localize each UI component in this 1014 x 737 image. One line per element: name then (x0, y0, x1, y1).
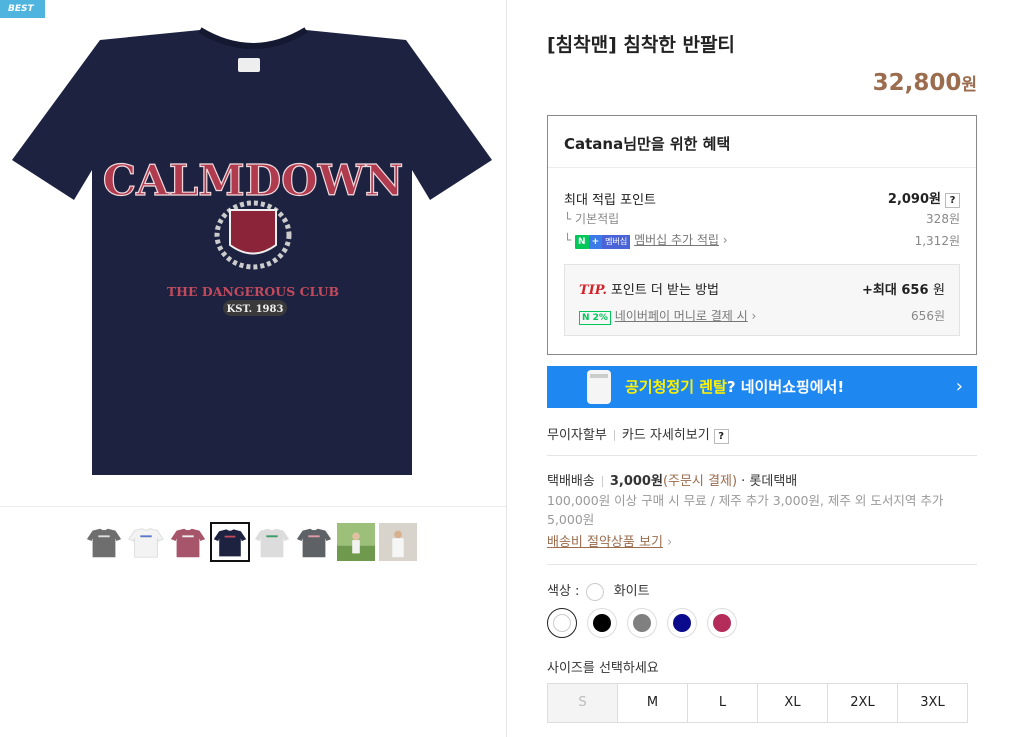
size-option-2xl[interactable]: 2XL (827, 683, 898, 723)
shipping-pay-when: (주문시 결제) (662, 474, 738, 489)
product-gallery: CALMDOWN THE DANGEROUS CLUB KST. 1983 BE… (0, 0, 507, 737)
selected-color-dot (585, 582, 604, 601)
naverpay-2pct-badge: N 2% (579, 311, 611, 325)
shipping-row: 택배배송 3,000원(주문시 결제) · 롯데택배 (547, 470, 797, 489)
shipping-fee: 3,000원 (609, 474, 663, 489)
card-row: 무이자할부 카드 자세히보기? (547, 424, 729, 444)
main-product-image[interactable]: CALMDOWN THE DANGEROUS CLUB KST. 1983 (0, 0, 506, 507)
thumbnail-light-gray[interactable] (252, 522, 292, 562)
thumbnail-model-photo-1[interactable] (336, 522, 376, 562)
price-value: 32,800 (872, 70, 962, 96)
color-swatch-gray[interactable] (627, 608, 657, 638)
tip-box: TIP. 포인트 더 받는 방법 +최대 656 원 N 2% 네이버페이 머니로… (564, 264, 960, 336)
size-label: 사이즈를 선택하세요 (547, 661, 659, 676)
ad-banner[interactable]: 공기청정기 렌탈? 네이버쇼핑에서! › (547, 366, 977, 408)
shipping-courier: · 롯데택배 (741, 474, 798, 489)
naver-plus-badge: + (588, 235, 603, 249)
tip-label: TIP. (579, 283, 607, 298)
size-options: S M L XL 2XL 3XL (547, 683, 968, 723)
benefit-heading: Catana님만을 위한 혜택 (548, 116, 976, 168)
size-option-xl[interactable]: XL (757, 683, 828, 723)
thumbnail-pink[interactable] (168, 522, 208, 562)
thumbnail-strip (84, 522, 418, 562)
shipping-method: 택배배송 (547, 474, 595, 489)
max-points-value: 2,090원 (887, 192, 941, 207)
membership-points-row: └ N + 멤버십 멤버십 추가 적립 › 1,312원 (564, 233, 960, 249)
color-swatch-navy[interactable] (667, 608, 697, 638)
thumbnail-white[interactable] (126, 522, 166, 562)
naver-n-badge: N (575, 235, 589, 249)
membership-badge: 멤버십 (602, 235, 631, 249)
color-label-row: 색상 : 화이트 (547, 580, 650, 601)
shirt-print-brand: CALMDOWN (103, 156, 404, 205)
size-option-l[interactable]: L (687, 683, 758, 723)
banner-text: ? 네이버쇼핑에서! (726, 378, 845, 396)
naverpay-value: 656원 (911, 309, 945, 323)
thumbnail-charcoal[interactable] (294, 522, 334, 562)
thumbnail-model-photo-2[interactable] (378, 522, 418, 562)
max-points-label: 최대 적립 포인트 (564, 192, 656, 208)
banner-text-highlight: 공기청정기 렌탈 (625, 378, 727, 396)
color-label: 색상 : (547, 584, 580, 599)
price-unit: 원 (961, 75, 977, 95)
chevron-right-icon: › (955, 376, 963, 397)
basic-points-label: 기본적립 (575, 212, 620, 226)
max-points-help-button[interactable]: ? (945, 193, 960, 208)
color-swatch-black[interactable] (587, 608, 617, 638)
product-price: 32,800원 (873, 70, 977, 96)
shipping-saving-link[interactable]: 배송비 절약상품 보기 (547, 535, 663, 550)
tip-unit: 원 (933, 283, 945, 298)
benefit-box: Catana님만을 위한 혜택 최대 적립 포인트 2,090원? └ 기본적립… (547, 115, 977, 355)
color-swatch-pink[interactable] (707, 608, 737, 638)
basic-points-row: └ 기본적립 328원 (564, 212, 960, 226)
air-purifier-icon (587, 370, 611, 404)
size-option-m[interactable]: M (617, 683, 688, 723)
best-badge: BEST (0, 0, 45, 18)
card-detail-link[interactable]: 카드 자세히보기 (622, 428, 710, 443)
size-option-s: S (547, 683, 618, 723)
membership-points-value: 1,312원 (914, 233, 960, 248)
installment-label: 무이자할부 (547, 428, 607, 443)
shipping-description: 100,000원 이상 구매 시 무료 / 제주 추가 3,000원, 제주 외… (547, 493, 944, 527)
shipping-saving-row: 배송비 절약상품 보기 › (547, 535, 673, 550)
selected-color-name: 화이트 (613, 584, 650, 599)
tip-text: 포인트 더 받는 방법 (610, 283, 719, 298)
color-swatch-white[interactable] (547, 608, 577, 638)
product-title: [침착맨] 침착한 반팔티 (547, 34, 735, 56)
thumbnail-navy-selected[interactable] (210, 522, 250, 562)
benefit-heading-rest: 님만을 위한 혜택 (623, 135, 731, 153)
shirt-print-est: KST. 1983 (227, 304, 284, 315)
tip-value: +최대 656 (862, 283, 929, 298)
card-help-button[interactable]: ? (713, 429, 729, 444)
size-option-3xl[interactable]: 3XL (897, 683, 968, 723)
max-points-row: 최대 적립 포인트 2,090원? (564, 188, 960, 208)
naverpay-link[interactable]: 네이버페이 머니로 결제 시 (615, 309, 748, 323)
benefit-user: Catana (564, 135, 624, 153)
thumbnail-gray[interactable] (84, 522, 124, 562)
shirt-print-club: THE DANGEROUS CLUB (167, 284, 339, 299)
basic-points-value: 328원 (926, 212, 960, 226)
membership-points-link[interactable]: 멤버십 추가 적립 (634, 233, 719, 247)
